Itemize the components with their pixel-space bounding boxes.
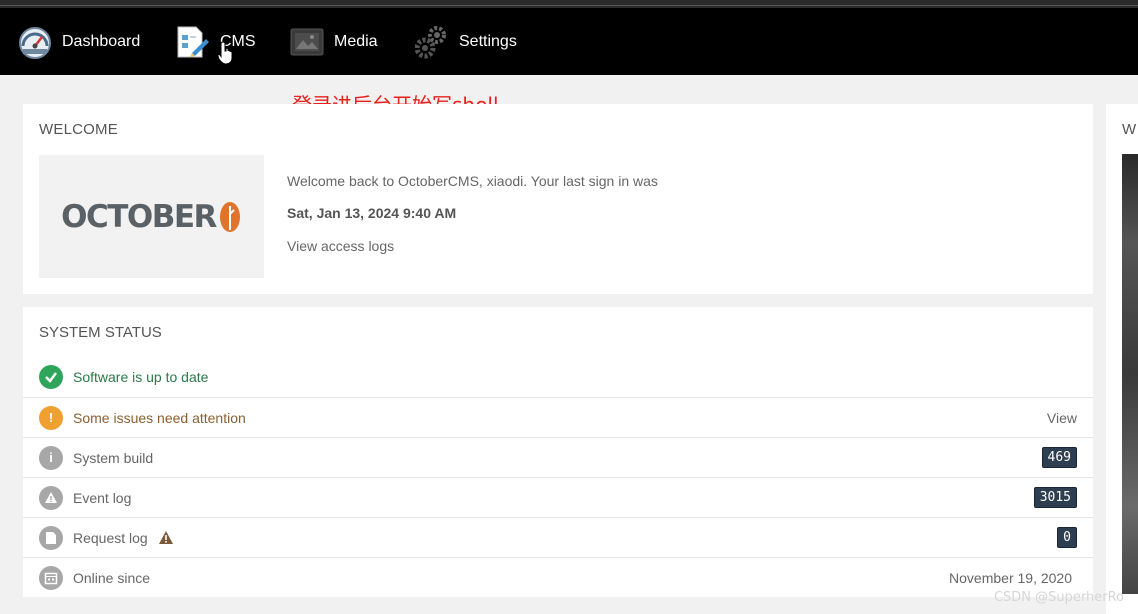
nav-item-media[interactable]: Media	[290, 8, 378, 75]
last-signin-date: Sat, Jan 13, 2024 9:40 AM	[287, 205, 457, 221]
right-partial-panel: W	[1106, 104, 1138, 614]
status-label: Online since	[73, 569, 151, 586]
welcome-title: WELCOME	[39, 121, 118, 138]
online-since-date: November 19, 2020	[949, 569, 1072, 586]
status-row-build: i System build 469	[23, 437, 1093, 477]
nav-item-settings[interactable]: Settings	[415, 8, 517, 75]
speedometer-icon	[18, 25, 52, 59]
exclamation-icon: !	[39, 405, 63, 430]
status-label: Request log	[73, 529, 148, 546]
media-icon	[290, 25, 324, 59]
calendar-icon	[39, 565, 63, 590]
request-log-badge: 0	[1057, 527, 1077, 548]
warning-triangle-icon	[158, 530, 174, 550]
main-navbar: Dashboard CMS Media Settings	[0, 8, 1138, 75]
welcome-panel: WELCOME OCTOBER Welcome back to OctoberC…	[23, 104, 1093, 294]
nav-label-media: Media	[334, 32, 378, 50]
nav-item-cms[interactable]: CMS	[176, 8, 256, 75]
gears-icon	[415, 25, 449, 59]
welcome-message: Welcome back to OctoberCMS, xiaodi. Your…	[287, 173, 658, 189]
window-top-strip	[0, 0, 1138, 8]
status-label: System build	[73, 449, 154, 466]
october-logo: OCTOBER	[39, 155, 264, 278]
status-row-issues[interactable]: ! Some issues need attention View	[23, 397, 1093, 437]
warning-icon	[39, 485, 63, 510]
document-icon	[39, 525, 63, 550]
nav-label-dashboard: Dashboard	[62, 32, 141, 50]
view-issues-link[interactable]: View	[1047, 410, 1077, 426]
build-badge: 469	[1041, 447, 1077, 468]
logo-wordmark: OCTOBER	[61, 199, 242, 235]
status-row-online-since: Online since November 19, 2020	[23, 557, 1093, 597]
side-panel-title: W	[1122, 121, 1137, 138]
check-icon	[39, 365, 63, 389]
side-panel-image	[1122, 154, 1138, 594]
hand-cursor-icon	[217, 41, 237, 70]
nav-label-settings: Settings	[459, 32, 517, 50]
status-row-software: Software is up to date	[23, 357, 1093, 397]
view-access-logs-link[interactable]: View access logs	[287, 238, 394, 254]
system-status-title: SYSTEM STATUS	[39, 324, 162, 341]
leaf-icon	[219, 201, 240, 232]
status-label: Software is up to date	[73, 369, 209, 385]
nav-item-dashboard[interactable]: Dashboard	[18, 8, 140, 75]
status-row-event-log[interactable]: Event log 3015	[23, 477, 1093, 517]
event-log-badge: 3015	[1033, 487, 1077, 508]
system-status-panel: SYSTEM STATUS Software is up to date ! S…	[23, 307, 1093, 597]
info-icon: i	[39, 445, 63, 470]
logo-text: OCTOBER	[61, 198, 217, 235]
status-row-request-log[interactable]: Request log 0	[23, 517, 1093, 557]
csdn-watermark: CSDN @SuperherRo	[993, 590, 1124, 605]
cms-icon	[176, 25, 210, 59]
status-label: Event log	[73, 489, 132, 506]
status-label: Some issues need attention	[73, 409, 246, 426]
